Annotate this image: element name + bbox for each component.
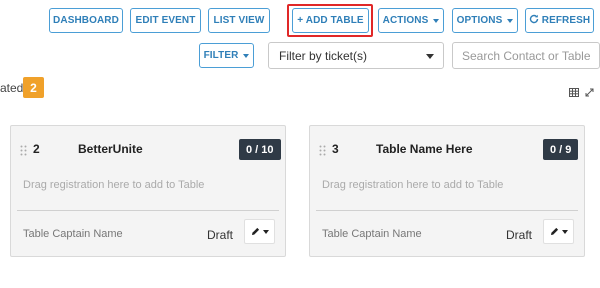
- pencil-icon: [550, 223, 559, 241]
- drop-hint: Drag registration here to add to Table: [23, 179, 205, 191]
- drop-hint: Drag registration here to add to Table: [322, 179, 504, 191]
- filter-dropdown[interactable]: FILTER: [199, 43, 254, 68]
- ticket-filter-value: Filter by ticket(s): [279, 48, 368, 63]
- seat-count-badge: 0 / 9: [543, 139, 579, 160]
- dashboard-button[interactable]: DASHBOARD: [49, 8, 123, 33]
- drag-handle-icon[interactable]: [20, 143, 27, 161]
- status-text: ated: [0, 81, 24, 95]
- add-table-button-label: + ADD TABLE: [297, 15, 364, 26]
- refresh-button-label: REFRESH: [541, 15, 591, 26]
- list-view-button[interactable]: LIST VIEW: [208, 8, 270, 33]
- table-captain-label: Table Captain Name: [322, 228, 422, 240]
- drag-handle-icon[interactable]: [319, 143, 326, 161]
- chevron-down-icon: [561, 229, 568, 234]
- table-number: 2: [33, 142, 40, 156]
- table-card[interactable]: 2 BetterUnite 0 / 10 Drag registration h…: [10, 125, 286, 257]
- chevron-down-icon: [426, 54, 434, 59]
- edit-event-button[interactable]: EDIT EVENT: [130, 8, 201, 33]
- table-name: BetterUnite: [78, 142, 143, 156]
- search-input[interactable]: [452, 42, 600, 69]
- view-toggle: [569, 84, 594, 102]
- add-table-button[interactable]: + ADD TABLE: [292, 8, 369, 33]
- table-status: Draft: [506, 228, 533, 242]
- edit-table-button[interactable]: [543, 219, 574, 244]
- dashboard-button-label: DASHBOARD: [53, 15, 119, 26]
- table-name: Table Name Here: [376, 142, 473, 156]
- options-dropdown-label: OPTIONS: [456, 15, 503, 26]
- chevron-down-icon: [433, 18, 440, 23]
- status-badge: 2: [23, 77, 44, 98]
- ticket-filter-select[interactable]: Filter by ticket(s): [268, 42, 444, 69]
- divider: [17, 210, 279, 211]
- expand-icon[interactable]: [585, 84, 594, 102]
- chevron-down-icon: [262, 229, 269, 234]
- pencil-icon: [251, 223, 260, 241]
- table-status: Draft: [207, 228, 234, 242]
- list-view-button-label: LIST VIEW: [213, 15, 265, 26]
- refresh-button[interactable]: REFRESH: [525, 8, 594, 33]
- table-card[interactable]: 3 Table Name Here 0 / 9 Drag registratio…: [309, 125, 585, 257]
- divider: [316, 210, 578, 211]
- actions-dropdown[interactable]: ACTIONS: [378, 8, 444, 33]
- edit-table-button[interactable]: [244, 219, 275, 244]
- chevron-down-icon: [507, 18, 514, 23]
- chevron-down-icon: [243, 53, 250, 58]
- table-number: 3: [332, 142, 339, 156]
- edit-event-button-label: EDIT EVENT: [135, 15, 196, 26]
- table-captain-label: Table Captain Name: [23, 228, 123, 240]
- options-dropdown[interactable]: OPTIONS: [452, 8, 518, 33]
- filter-dropdown-label: FILTER: [203, 50, 239, 61]
- actions-dropdown-label: ACTIONS: [382, 15, 429, 26]
- refresh-icon: [529, 14, 539, 27]
- seat-count-badge: 0 / 10: [239, 139, 281, 160]
- grid-icon[interactable]: [569, 84, 579, 102]
